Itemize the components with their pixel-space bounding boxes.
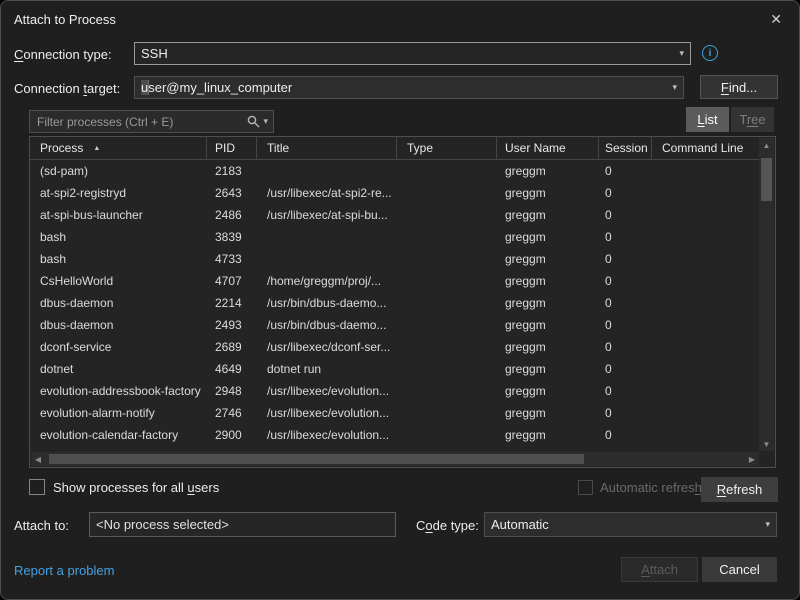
scroll-right-icon[interactable]: ▶ [745, 452, 759, 466]
attach-to-process-dialog: Attach to Process ✕ Connection type: SSH… [0, 0, 800, 600]
find-button[interactable]: Find... [700, 75, 778, 99]
table-row[interactable]: evolution-calendar-factory 2900 /usr/lib… [30, 424, 759, 446]
list-view-button[interactable]: List [686, 107, 729, 132]
tree-view-button[interactable]: Tree [731, 107, 774, 132]
code-type-value: Automatic [491, 517, 761, 532]
connection-type-value: SSH [141, 46, 675, 61]
connection-type-label: Connection type: [14, 47, 112, 62]
show-all-users-checkbox[interactable] [29, 479, 45, 495]
search-icon[interactable] [247, 115, 260, 128]
attach-to-label: Attach to: [14, 518, 69, 533]
column-header-title[interactable]: Title [257, 137, 397, 159]
column-header-pid[interactable]: PID [207, 137, 257, 159]
info-icon[interactable]: i [702, 45, 718, 61]
table-row[interactable]: dbus-daemon 2214 /usr/bin/dbus-daemo... … [30, 292, 759, 314]
code-type-combobox[interactable]: Automatic ▾ [484, 512, 777, 537]
vertical-scrollbar-thumb[interactable] [761, 158, 772, 201]
chevron-down-icon[interactable]: ▾ [263, 116, 268, 127]
table-header-row: Process ▲ PID Title Type User Name Sessi… [30, 137, 759, 160]
chevron-down-icon: ▾ [679, 48, 684, 59]
horizontal-scrollbar[interactable]: ◀ ▶ [31, 452, 759, 466]
table-row[interactable]: at-spi2-registryd 2643 /usr/libexec/at-s… [30, 182, 759, 204]
scroll-left-icon[interactable]: ◀ [31, 452, 45, 466]
horizontal-scrollbar-thumb[interactable] [49, 454, 584, 464]
column-header-type[interactable]: Type [397, 137, 497, 159]
table-row[interactable]: at-spi-bus-launcher 2486 /usr/libexec/at… [30, 204, 759, 226]
connection-type-combobox[interactable]: SSH ▾ [134, 42, 691, 65]
report-problem-link[interactable]: Report a problem [14, 563, 114, 578]
table-row[interactable]: bash 3839 greggm 0 [30, 226, 759, 248]
automatic-refresh-checkbox [578, 480, 593, 495]
sort-ascending-icon: ▲ [93, 145, 100, 152]
vertical-scrollbar[interactable]: ▲ ▼ [759, 138, 774, 451]
automatic-refresh-label: Automatic refresh [600, 480, 702, 495]
connection-target-value: user@my_linux_computer [141, 80, 668, 95]
cancel-button[interactable]: Cancel [702, 557, 777, 582]
process-table: Process ▲ PID Title Type User Name Sessi… [29, 136, 776, 468]
table-body: (sd-pam) 2183 greggm 0 at-spi2-registryd… [30, 160, 759, 452]
table-row[interactable]: dbus-daemon 2493 /usr/bin/dbus-daemo... … [30, 314, 759, 336]
code-type-label: Code type: [416, 518, 479, 533]
attach-button[interactable]: Attach [621, 557, 698, 582]
scroll-down-icon[interactable]: ▼ [759, 437, 774, 451]
chevron-down-icon: ▾ [765, 519, 770, 530]
connection-target-label: Connection target: [14, 81, 120, 96]
table-row[interactable]: CsHelloWorld 4707 /home/greggm/proj/... … [30, 270, 759, 292]
table-row[interactable]: bash 4733 greggm 0 [30, 248, 759, 270]
table-row[interactable]: evolution-alarm-notify 2746 /usr/libexec… [30, 402, 759, 424]
column-header-commandline[interactable]: Command Line [652, 137, 759, 159]
table-row[interactable]: dotnet 4649 dotnet run greggm 0 [30, 358, 759, 380]
table-row[interactable]: evolution-addressbook-factory 2948 /usr/… [30, 380, 759, 402]
table-row[interactable]: dconf-service 2689 /usr/libexec/dconf-se… [30, 336, 759, 358]
chevron-down-icon: ▾ [672, 82, 677, 93]
attach-to-field[interactable]: <No process selected> [89, 512, 396, 537]
filter-box: ▾ [29, 110, 274, 133]
table-row[interactable]: (sd-pam) 2183 greggm 0 [30, 160, 759, 182]
column-header-username[interactable]: User Name [497, 137, 599, 159]
show-all-users-label: Show processes for all users [53, 480, 219, 495]
column-header-session[interactable]: Session [599, 137, 652, 159]
refresh-button[interactable]: Refresh [701, 477, 778, 502]
close-icon[interactable]: ✕ [766, 9, 786, 30]
scroll-up-icon[interactable]: ▲ [759, 138, 774, 152]
connection-target-combobox[interactable]: user@my_linux_computer ▾ [134, 76, 684, 99]
page-title: Attach to Process [14, 12, 116, 27]
column-header-process[interactable]: Process ▲ [30, 137, 207, 159]
filter-input[interactable] [35, 114, 245, 130]
